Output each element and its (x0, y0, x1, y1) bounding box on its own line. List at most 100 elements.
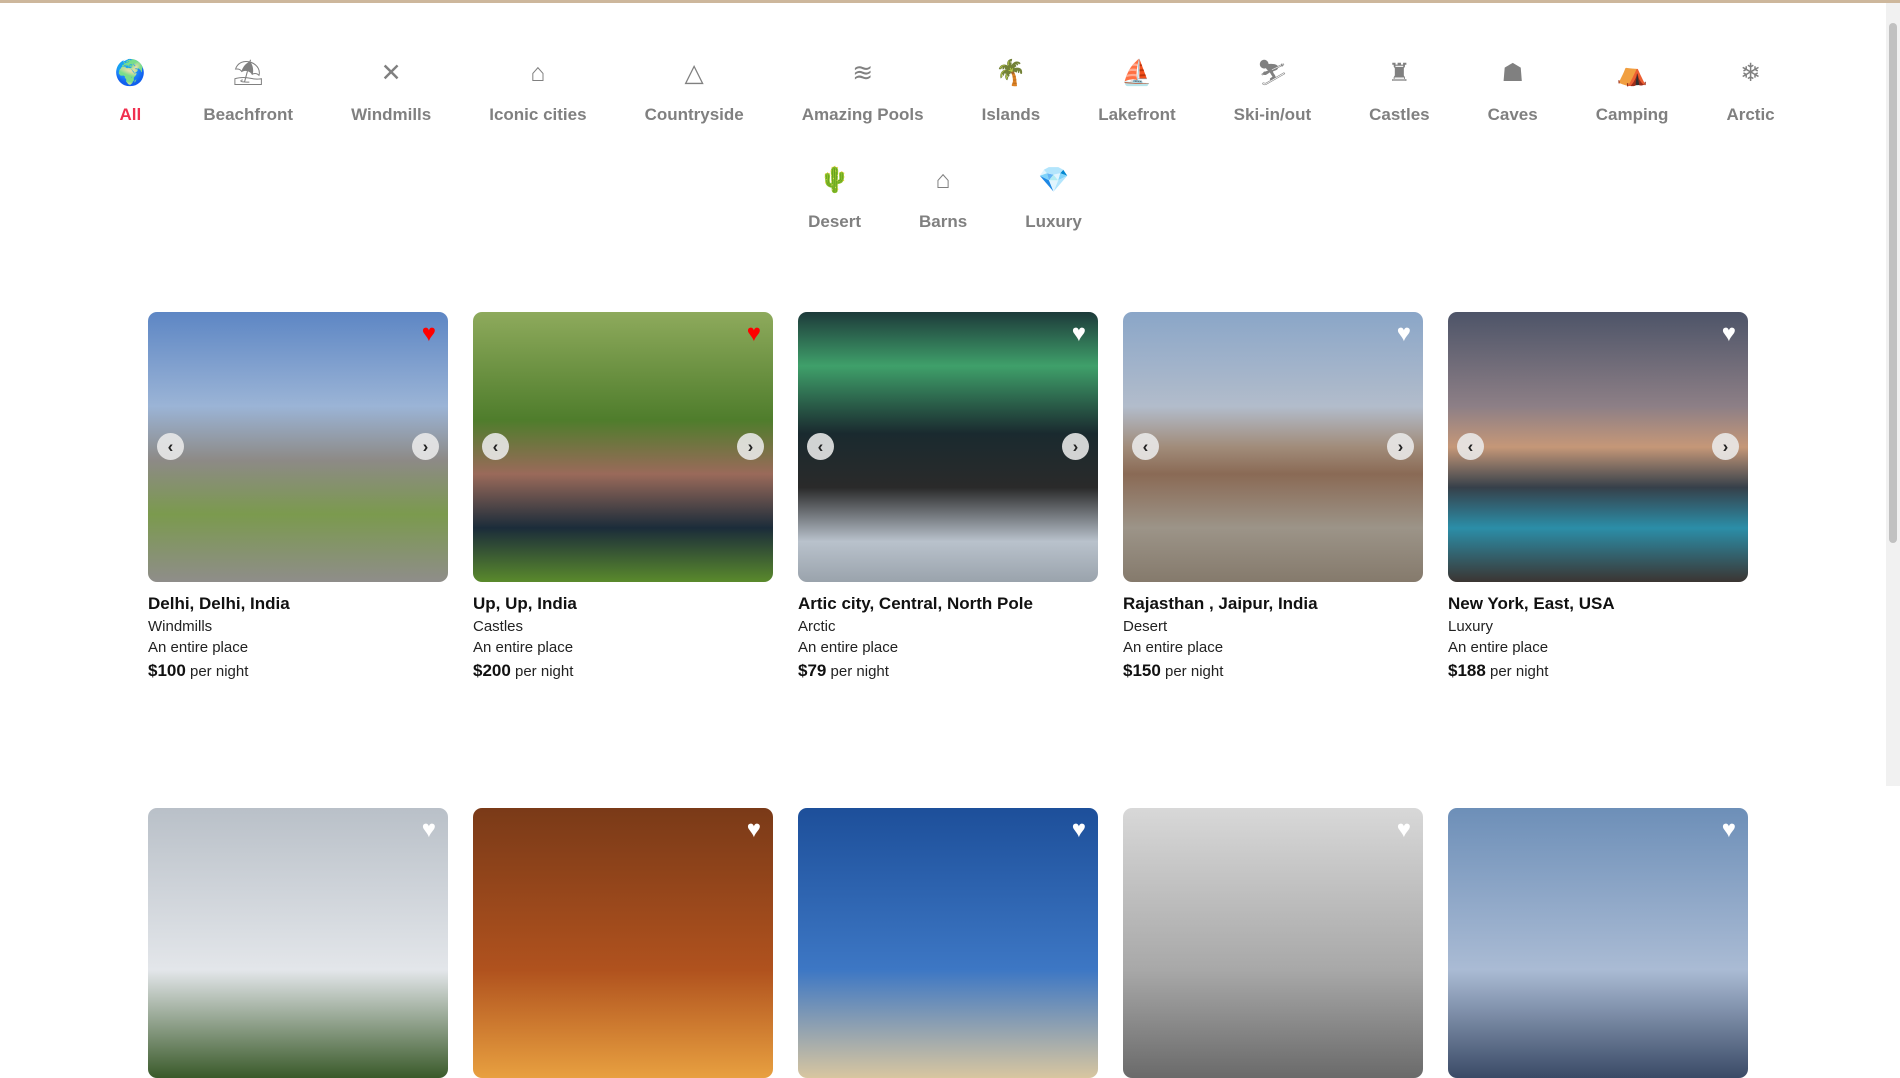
city-building-icon: ⌂ (530, 58, 546, 87)
listing-price: $188 per night (1448, 661, 1748, 681)
listing-photo[interactable]: ♥ ‹ › (1448, 312, 1748, 582)
listing-category: Luxury (1448, 618, 1494, 635)
category-arctic[interactable]: ❄ Arctic (1726, 58, 1774, 125)
price-amount: $100 (148, 661, 186, 680)
diamond-icon: 💎 (1037, 165, 1070, 194)
listing-card[interactable]: ♥ ‹ › New York, East, USA Luxury An entire … (1448, 312, 1748, 681)
listing-price: $79 per night (798, 661, 1098, 681)
cave-icon: ☗ (1501, 58, 1524, 87)
heart-icon[interactable]: ♥ (747, 818, 761, 842)
listing-photo[interactable]: ♥ ‹ › (148, 312, 448, 582)
category-countryside[interactable]: △ Countryside (645, 58, 744, 125)
chevron-left-icon[interactable]: ‹ (1457, 433, 1484, 460)
price-unit: per night (515, 663, 574, 680)
listing-card[interactable]: ♥ (1448, 808, 1748, 1078)
category-desert[interactable]: 🌵 Desert (808, 165, 861, 232)
listing-card[interactable]: ♥ (1123, 808, 1423, 1078)
listing-card[interactable]: ♥ ‹ › Rajasthan , Jaipur, India Desert An e… (1123, 312, 1423, 681)
category-iconic-cities[interactable]: ⌂ Iconic cities (489, 58, 586, 125)
chevron-left-icon[interactable]: ‹ (1132, 433, 1159, 460)
listing-type: An entire place (473, 639, 574, 656)
category-label: Camping (1595, 105, 1669, 124)
heart-icon[interactable]: ♥ (422, 322, 436, 346)
category-label: Lakefront (1098, 105, 1176, 124)
category-label: Luxury (1025, 212, 1082, 231)
heart-icon[interactable]: ♥ (747, 322, 761, 346)
price-amount: $150 (1123, 661, 1161, 680)
heart-icon[interactable]: ♥ (1722, 322, 1736, 346)
category-label: Ski-in/out (1233, 105, 1312, 124)
mountain-icon: △ (684, 58, 704, 87)
scrollbar[interactable] (1886, 3, 1900, 786)
listing-title: Artic city, Central, North Pole (798, 594, 1033, 613)
heart-icon[interactable]: ♥ (1397, 818, 1411, 842)
price-unit: per night (190, 663, 249, 680)
listing-card[interactable]: ♥ ‹ › Up, Up, India Castles An entire place… (473, 312, 773, 681)
category-label: Windmills (351, 105, 432, 124)
category-barns[interactable]: ⌂ Barns (919, 165, 967, 232)
category-label: Barns (919, 212, 968, 231)
chevron-right-icon[interactable]: › (1387, 433, 1414, 460)
listing-price: $100 per night (148, 661, 448, 681)
chevron-right-icon[interactable]: › (1062, 433, 1089, 460)
listing-category: Castles (473, 618, 524, 635)
category-amazing-pools[interactable]: ≋ Amazing Pools (802, 58, 924, 125)
listing-category: Desert (1123, 618, 1168, 635)
listing-price: $200 per night (473, 661, 773, 681)
listing-type: An entire place (1123, 639, 1224, 656)
listing-photo[interactable]: ♥ (1123, 808, 1423, 1078)
scrollbar-thumb[interactable] (1889, 23, 1897, 543)
chevron-left-icon[interactable]: ‹ (157, 433, 184, 460)
category-windmills[interactable]: ✕ Windmills (351, 58, 431, 125)
listing-photo[interactable]: ♥ (798, 808, 1098, 1078)
category-castles[interactable]: ♜ Castles (1369, 58, 1429, 125)
category-label: Amazing Pools (801, 105, 924, 124)
category-all[interactable]: 🌍 All (115, 58, 146, 125)
chevron-left-icon[interactable]: ‹ (807, 433, 834, 460)
category-label: Caves (1487, 105, 1538, 124)
beach-umbrella-icon: ⛱ (232, 58, 265, 87)
listing-photo[interactable]: ♥ ‹ › (473, 312, 773, 582)
pool-ladder-icon: ≋ (852, 58, 874, 87)
heart-icon[interactable]: ♥ (1072, 818, 1086, 842)
listing-type: An entire place (148, 639, 249, 656)
price-unit: per night (830, 663, 889, 680)
chevron-right-icon[interactable]: › (1712, 433, 1739, 460)
category-label: Iconic cities (489, 105, 587, 124)
listing-photo[interactable]: ♥ (148, 808, 448, 1078)
category-label: Castles (1369, 105, 1430, 124)
category-islands[interactable]: 🌴 Islands (982, 58, 1041, 125)
price-amount: $79 (798, 661, 827, 680)
price-unit: per night (1490, 663, 1549, 680)
chevron-right-icon[interactable]: › (737, 433, 764, 460)
listing-photo[interactable]: ♥ ‹ › (798, 312, 1098, 582)
fishing-boat-icon: ⛵ (1121, 58, 1153, 87)
category-lakefront[interactable]: ⛵ Lakefront (1098, 58, 1175, 125)
category-ski-in-out[interactable]: ⛷ Ski-in/out (1234, 58, 1311, 125)
heart-icon[interactable]: ♥ (422, 818, 436, 842)
listing-title: Rajasthan , Jaipur, India (1123, 594, 1318, 613)
chevron-right-icon[interactable]: › (412, 433, 439, 460)
listing-title: New York, East, USA (1448, 594, 1615, 613)
listing-photo[interactable]: ♥ ‹ › (1123, 312, 1423, 582)
cactus-icon: 🌵 (818, 165, 851, 194)
listing-price: $150 per night (1123, 661, 1423, 681)
snowflake-icon: ❄ (1740, 58, 1762, 87)
listing-card[interactable]: ♥ (798, 808, 1098, 1078)
category-beachfront[interactable]: ⛱ Beachfront (203, 58, 293, 125)
category-label: Beachfront (203, 105, 294, 124)
heart-icon[interactable]: ♥ (1072, 322, 1086, 346)
chevron-left-icon[interactable]: ‹ (482, 433, 509, 460)
palm-island-icon: 🌴 (995, 58, 1027, 87)
category-caves[interactable]: ☗ Caves (1488, 58, 1538, 125)
category-luxury[interactable]: 💎 Luxury (1025, 165, 1082, 232)
category-camping[interactable]: ⛺ Camping (1596, 58, 1669, 125)
listing-card[interactable]: ♥ ‹ › Delhi, Delhi, India Windmills An enti… (148, 312, 448, 681)
listing-card[interactable]: ♥ ‹ › Artic city, Central, North Pole Arcti… (798, 312, 1098, 681)
listing-card[interactable]: ♥ (473, 808, 773, 1078)
listing-photo[interactable]: ♥ (473, 808, 773, 1078)
heart-icon[interactable]: ♥ (1397, 322, 1411, 346)
listing-photo[interactable]: ♥ (1448, 808, 1748, 1078)
heart-icon[interactable]: ♥ (1722, 818, 1736, 842)
listing-card[interactable]: ♥ (148, 808, 448, 1078)
